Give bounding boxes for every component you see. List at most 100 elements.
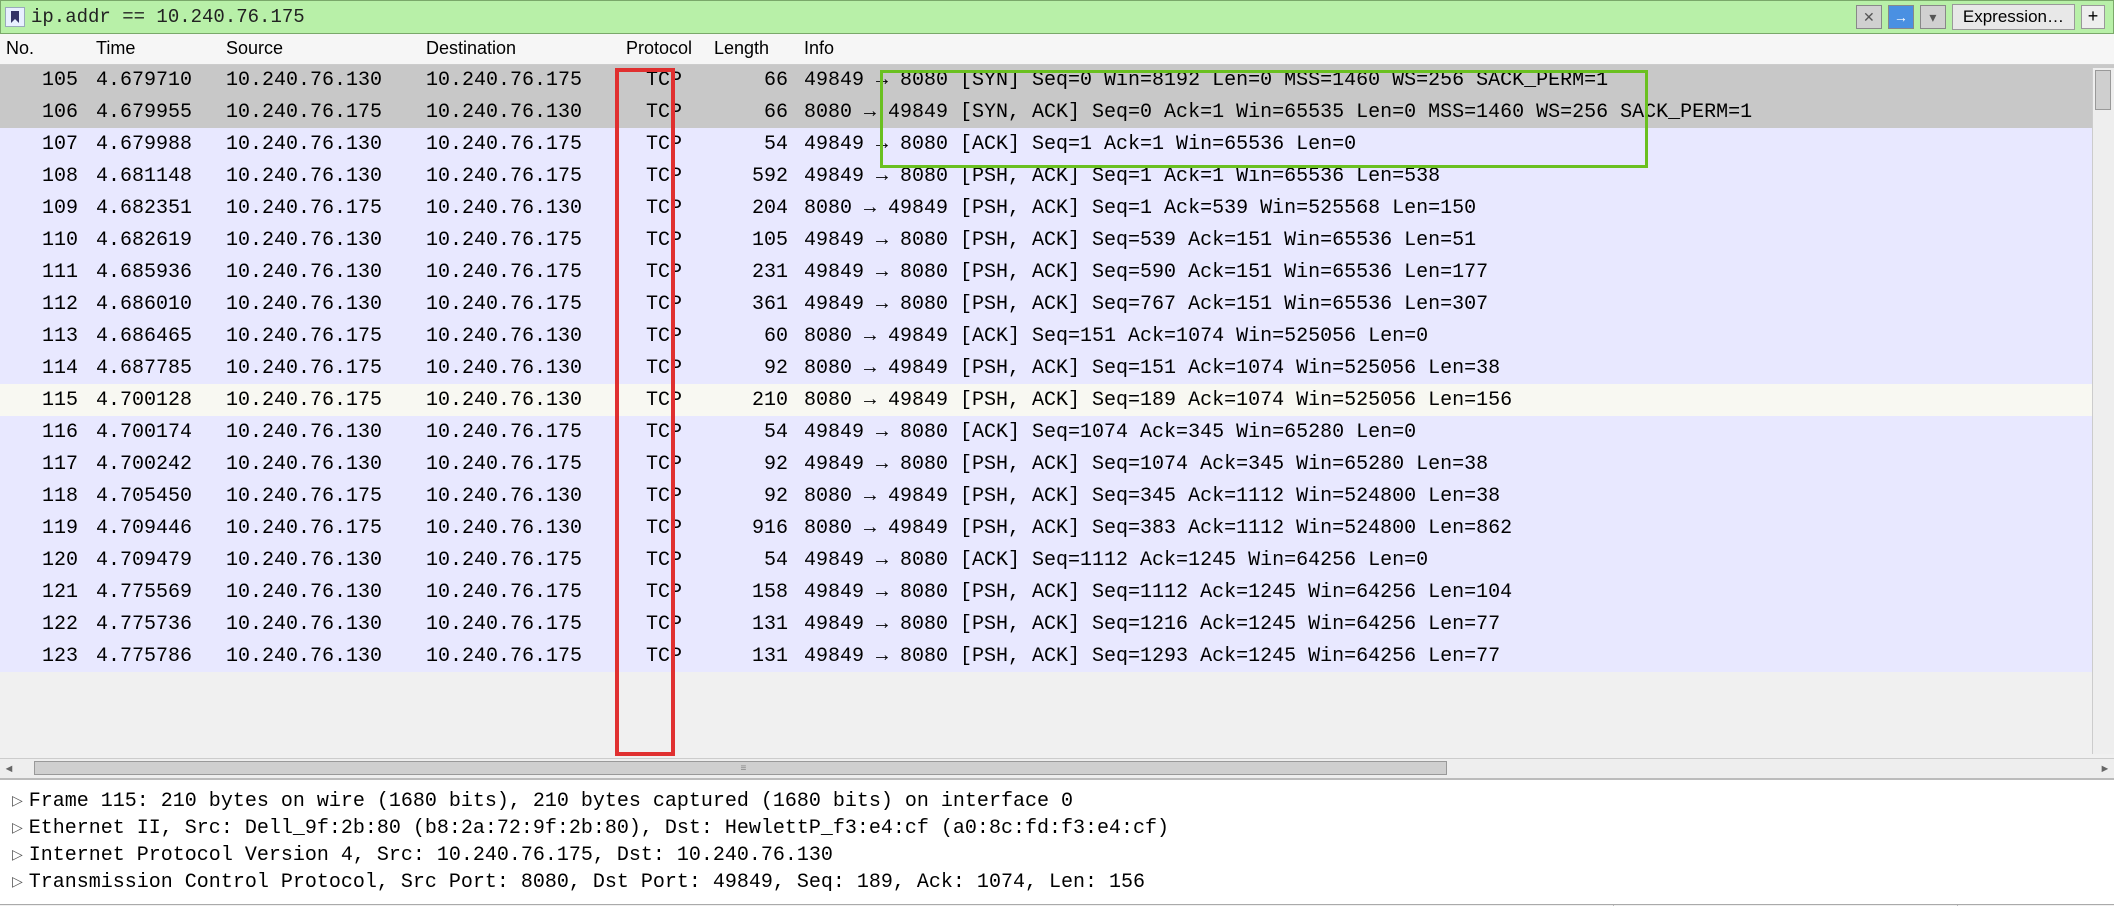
packet-cell: 10.240.76.175 <box>220 96 420 128</box>
packet-cell: 49849 → 8080 [ACK] Seq=1112 Ack=1245 Win… <box>798 544 2114 576</box>
packet-row[interactable]: 1204.70947910.240.76.13010.240.76.175TCP… <box>0 544 2114 576</box>
packet-table[interactable]: No. Time Source Destination Protocol Len… <box>0 34 2114 672</box>
packet-cell: 10.240.76.175 <box>420 640 620 672</box>
packet-cell: 113 <box>0 320 90 352</box>
packet-cell: 10.240.76.130 <box>220 608 420 640</box>
horizontal-scrollbar[interactable]: ◄ ≡ ► <box>0 758 2114 778</box>
bookmark-icon[interactable] <box>5 7 25 27</box>
packet-cell: 49849 → 8080 [PSH, ACK] Seq=1074 Ack=345… <box>798 448 2114 480</box>
packet-cell: 10.240.76.175 <box>420 608 620 640</box>
packet-cell: 49849 → 8080 [PSH, ACK] Seq=1293 Ack=124… <box>798 640 2114 672</box>
packet-cell: 10.240.76.130 <box>420 480 620 512</box>
packet-cell: 49849 → 8080 [PSH, ACK] Seq=1 Ack=1 Win=… <box>798 160 2114 192</box>
packet-cell: 4.679955 <box>90 96 220 128</box>
packet-cell: 117 <box>0 448 90 480</box>
packet-cell: TCP <box>620 480 708 512</box>
packet-cell: 4.686010 <box>90 288 220 320</box>
packet-row[interactable]: 1124.68601010.240.76.13010.240.76.175TCP… <box>0 288 2114 320</box>
packet-cell: 8080 → 49849 [PSH, ACK] Seq=345 Ack=1112… <box>798 480 2114 512</box>
add-filter-button[interactable]: + <box>2081 5 2105 29</box>
packet-row[interactable]: 1094.68235110.240.76.17510.240.76.130TCP… <box>0 192 2114 224</box>
packet-cell: 10.240.76.175 <box>220 480 420 512</box>
packet-row[interactable]: 1214.77556910.240.76.13010.240.76.175TCP… <box>0 576 2114 608</box>
packet-cell: 4.705450 <box>90 480 220 512</box>
packet-cell: 49849 → 8080 [ACK] Seq=1 Ack=1 Win=65536… <box>798 128 2114 160</box>
packet-cell: 10.240.76.175 <box>420 416 620 448</box>
packet-row[interactable]: 1074.67998810.240.76.13010.240.76.175TCP… <box>0 128 2114 160</box>
col-time[interactable]: Time <box>90 34 220 64</box>
vertical-scrollbar[interactable] <box>2092 68 2114 754</box>
packet-cell: 10.240.76.175 <box>420 256 620 288</box>
packet-cell: 114 <box>0 352 90 384</box>
expand-icon[interactable]: ▷ <box>12 820 23 837</box>
col-no[interactable]: No. <box>0 34 90 64</box>
packet-cell: TCP <box>620 544 708 576</box>
packet-cell: 49849 → 8080 [PSH, ACK] Seq=1112 Ack=124… <box>798 576 2114 608</box>
packet-cell: 10.240.76.130 <box>420 192 620 224</box>
packet-cell: 916 <box>708 512 798 544</box>
packet-cell: 4.700174 <box>90 416 220 448</box>
packet-row[interactable]: 1114.68593610.240.76.13010.240.76.175TCP… <box>0 256 2114 288</box>
packet-cell: 10.240.76.175 <box>220 352 420 384</box>
packet-cell: 10.240.76.175 <box>220 192 420 224</box>
packet-cell: 54 <box>708 544 798 576</box>
packet-cell: TCP <box>620 160 708 192</box>
packet-cell: 10.240.76.175 <box>420 160 620 192</box>
packet-row[interactable]: 1184.70545010.240.76.17510.240.76.130TCP… <box>0 480 2114 512</box>
packet-row[interactable]: 1174.70024210.240.76.13010.240.76.175TCP… <box>0 448 2114 480</box>
packet-cell: TCP <box>620 128 708 160</box>
display-filter-input[interactable] <box>31 3 1856 31</box>
packet-row[interactable]: 1134.68646510.240.76.17510.240.76.130TCP… <box>0 320 2114 352</box>
packet-cell: TCP <box>620 224 708 256</box>
packet-header-row[interactable]: No. Time Source Destination Protocol Len… <box>0 34 2114 64</box>
expand-icon[interactable]: ▷ <box>12 793 23 810</box>
packet-cell: 8080 → 49849 [PSH, ACK] Seq=383 Ack=1112… <box>798 512 2114 544</box>
packet-cell: 8080 → 49849 [ACK] Seq=151 Ack=1074 Win=… <box>798 320 2114 352</box>
packet-cell: 49849 → 8080 [PSH, ACK] Seq=590 Ack=151 … <box>798 256 2114 288</box>
packet-cell: TCP <box>620 448 708 480</box>
col-protocol[interactable]: Protocol <box>620 34 708 64</box>
packet-row[interactable]: 1084.68114810.240.76.13010.240.76.175TCP… <box>0 160 2114 192</box>
filter-history-dropdown[interactable]: ▾ <box>1920 5 1946 29</box>
packet-cell: 4.709446 <box>90 512 220 544</box>
packet-cell: TCP <box>620 352 708 384</box>
packet-cell: 158 <box>708 576 798 608</box>
packet-row[interactable]: 1104.68261910.240.76.13010.240.76.175TCP… <box>0 224 2114 256</box>
packet-cell: 4.679988 <box>90 128 220 160</box>
details-ip[interactable]: ▷Internet Protocol Version 4, Src: 10.24… <box>12 842 2102 869</box>
packet-details-pane[interactable]: ▷Frame 115: 210 bytes on wire (1680 bits… <box>0 778 2114 904</box>
packet-row[interactable]: 1154.70012810.240.76.17510.240.76.130TCP… <box>0 384 2114 416</box>
packet-cell: 10.240.76.130 <box>220 416 420 448</box>
col-destination[interactable]: Destination <box>420 34 620 64</box>
col-info[interactable]: Info <box>798 34 2114 64</box>
packet-cell: 10.240.76.130 <box>420 96 620 128</box>
details-frame[interactable]: ▷Frame 115: 210 bytes on wire (1680 bits… <box>12 788 2102 815</box>
packet-cell: 123 <box>0 640 90 672</box>
packet-cell: 361 <box>708 288 798 320</box>
details-ethernet[interactable]: ▷Ethernet II, Src: Dell_9f:2b:80 (b8:2a:… <box>12 815 2102 842</box>
packet-row[interactable]: 1224.77573610.240.76.13010.240.76.175TCP… <box>0 608 2114 640</box>
packet-cell: 210 <box>708 384 798 416</box>
packet-row[interactable]: 1194.70944610.240.76.17510.240.76.130TCP… <box>0 512 2114 544</box>
clear-filter-icon[interactable]: ✕ <box>1856 5 1882 29</box>
packet-cell: 54 <box>708 416 798 448</box>
packet-cell: 4.682619 <box>90 224 220 256</box>
expand-icon[interactable]: ▷ <box>12 847 23 864</box>
packet-cell: 108 <box>0 160 90 192</box>
packet-row[interactable]: 1054.67971010.240.76.13010.240.76.175TCP… <box>0 64 2114 96</box>
details-tcp[interactable]: ▷Transmission Control Protocol, Src Port… <box>12 869 2102 896</box>
packet-row[interactable]: 1164.70017410.240.76.13010.240.76.175TCP… <box>0 416 2114 448</box>
expression-button[interactable]: Expression… <box>1952 4 2075 30</box>
packet-cell: 118 <box>0 480 90 512</box>
expand-icon[interactable]: ▷ <box>12 874 23 891</box>
packet-row[interactable]: 1234.77578610.240.76.13010.240.76.175TCP… <box>0 640 2114 672</box>
col-source[interactable]: Source <box>220 34 420 64</box>
packet-cell: 49849 → 8080 [PSH, ACK] Seq=1216 Ack=124… <box>798 608 2114 640</box>
apply-filter-icon[interactable]: → <box>1888 5 1914 29</box>
packet-cell: 111 <box>0 256 90 288</box>
col-length[interactable]: Length <box>708 34 798 64</box>
packet-cell: TCP <box>620 608 708 640</box>
packet-row[interactable]: 1064.67995510.240.76.17510.240.76.130TCP… <box>0 96 2114 128</box>
packet-cell: 10.240.76.175 <box>420 224 620 256</box>
packet-row[interactable]: 1144.68778510.240.76.17510.240.76.130TCP… <box>0 352 2114 384</box>
